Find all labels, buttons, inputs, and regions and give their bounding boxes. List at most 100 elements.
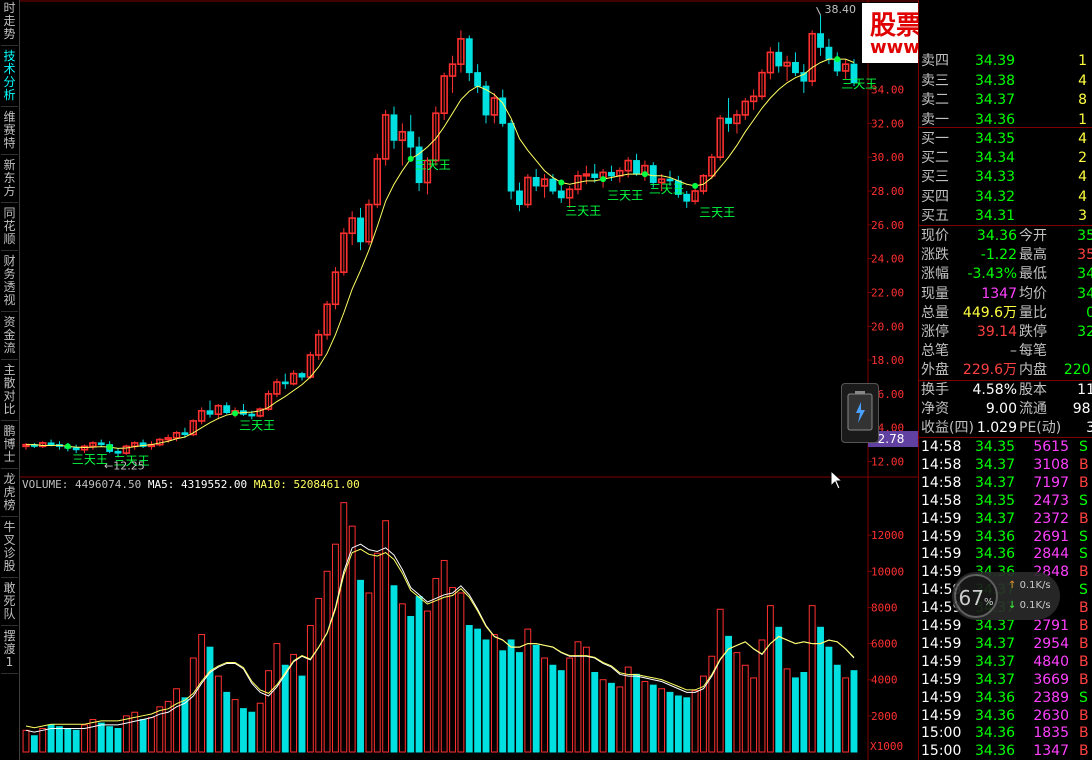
cell: 4 — [1078, 169, 1087, 186]
panel-separator — [919, 225, 1092, 226]
volume-bar — [357, 579, 364, 753]
candle-body — [516, 190, 523, 206]
sidebar-tab[interactable]: 敢死队 — [1, 582, 18, 626]
volume-bar — [340, 502, 348, 753]
cell: 买四 — [921, 188, 949, 205]
volume-bar — [323, 570, 331, 753]
cell: 34.37 — [975, 510, 1016, 527]
candle-body — [549, 178, 557, 192]
cell: 34.37 — [975, 456, 1016, 473]
cell: 14:58 — [921, 456, 962, 473]
sidebar-tab[interactable]: 同花顺 — [1, 207, 18, 251]
cell: 34.37 — [975, 635, 1016, 652]
volume-bar — [633, 673, 640, 753]
volume-bar — [817, 626, 824, 753]
cell: 1 — [1078, 53, 1087, 69]
high-marker-line — [816, 6, 821, 16]
cell: S — [1079, 689, 1088, 706]
cell: 今开 — [1019, 228, 1047, 244]
cell: 14:58 — [921, 474, 962, 491]
volume-bar — [440, 559, 448, 753]
sidebar-tab[interactable]: 牛叉诊股 — [1, 521, 18, 578]
volume-bar — [741, 664, 749, 753]
low-price-label: ←12.25 — [104, 459, 145, 472]
price-axis-label: 22.00 — [871, 286, 904, 299]
volume-axis-label: 6000 — [871, 638, 898, 651]
cell: 2389 — [1033, 689, 1069, 706]
cell: B — [1079, 456, 1089, 473]
network-speed-widget[interactable]: 67% ↑ 0.1K/s ↓ 0.1K/s — [952, 572, 1060, 620]
volume-bar — [181, 697, 189, 753]
cell: 7197 — [1033, 474, 1069, 491]
volume-bar — [30, 735, 38, 753]
volume-bar — [373, 552, 381, 753]
volume-bar — [616, 686, 624, 753]
cell: 34.36 — [975, 111, 1016, 128]
kline-chart-area[interactable]: 36.0034.0032.0030.0028.0026.0024.0022.00… — [20, 0, 918, 760]
cell: 34.33 — [975, 169, 1016, 186]
cell: B — [1079, 635, 1089, 652]
speed-percent: 67% — [954, 574, 998, 618]
volume-bar — [674, 695, 682, 753]
volume-bar — [516, 652, 523, 753]
cell: 卖一 — [921, 111, 949, 128]
sidebar-tab[interactable]: 财务透视 — [1, 255, 18, 312]
cell: 4 — [1078, 131, 1087, 147]
battery-widget[interactable] — [841, 383, 879, 443]
sidebar-tab[interactable]: 龙虎榜 — [1, 473, 18, 517]
cell: B — [1079, 725, 1089, 742]
signal-dot — [106, 444, 113, 451]
price-axis-label: 24.00 — [871, 253, 904, 266]
cell: 34.36 — [975, 689, 1016, 706]
cell: 14:58 — [921, 439, 962, 455]
cell: 14:59 — [921, 707, 962, 724]
volume-axis-label: 12000 — [871, 529, 904, 542]
cell: 2630 — [1033, 707, 1069, 724]
volume-axis-label: 8000 — [871, 601, 898, 614]
sidebar-tab[interactable]: 资金流 — [1, 316, 18, 360]
cell: 34.37 — [975, 474, 1016, 491]
kline-chart[interactable]: 36.0034.0032.0030.0028.0026.0024.0022.00… — [20, 0, 918, 760]
sidebar-tab[interactable]: 鹏博士 — [1, 425, 18, 469]
cell: 34.35 — [975, 439, 1016, 455]
sidebar-tab[interactable]: 摆渡1 — [1, 630, 18, 674]
candle-body — [72, 447, 80, 451]
signal-label: 三天王 — [607, 189, 643, 203]
cell: 4.58% — [972, 382, 1017, 398]
volume-bar — [415, 596, 423, 753]
cell: 每笔 — [1019, 343, 1047, 360]
cell: B — [1079, 618, 1089, 634]
sidebar-tab[interactable]: 技术分析 — [1, 50, 18, 107]
cell: 34.36 — [975, 707, 1016, 724]
cell: 34.32 — [975, 188, 1016, 205]
candle-body — [532, 176, 540, 187]
high-price-label: 38.40 — [825, 3, 857, 16]
sidebar-tab[interactable]: 主散对比 — [1, 364, 18, 421]
cell: B — [1079, 707, 1089, 724]
cell: 4840 — [1033, 653, 1069, 670]
cell: S — [1079, 439, 1088, 455]
cell: 14:59 — [921, 671, 962, 688]
signal-dot — [600, 176, 607, 183]
volume-bar — [549, 664, 557, 753]
cell: S — [1079, 492, 1088, 509]
volume-bar — [365, 592, 373, 753]
volume-bar — [424, 610, 431, 753]
cell: -1.22 — [980, 247, 1017, 264]
volume-bar — [64, 728, 72, 753]
cell: 14:59 — [921, 546, 962, 563]
candle-body — [649, 165, 657, 184]
signal-dot — [407, 155, 414, 162]
cell: S — [1079, 528, 1088, 545]
price-axis-label: 26.00 — [871, 219, 904, 232]
cell: 14:58 — [921, 492, 962, 509]
sidebar-tab[interactable]: 时走势 — [1, 2, 18, 46]
volume-bar — [490, 634, 498, 753]
volume-bar — [139, 718, 147, 753]
candle-body — [557, 190, 565, 199]
cell: 34 — [1077, 285, 1092, 302]
candle-body — [666, 178, 674, 182]
cell: 35 — [1077, 228, 1092, 244]
sidebar-tab[interactable]: 维赛特 — [1, 111, 18, 155]
sidebar-tab[interactable]: 新东方 — [1, 159, 18, 203]
